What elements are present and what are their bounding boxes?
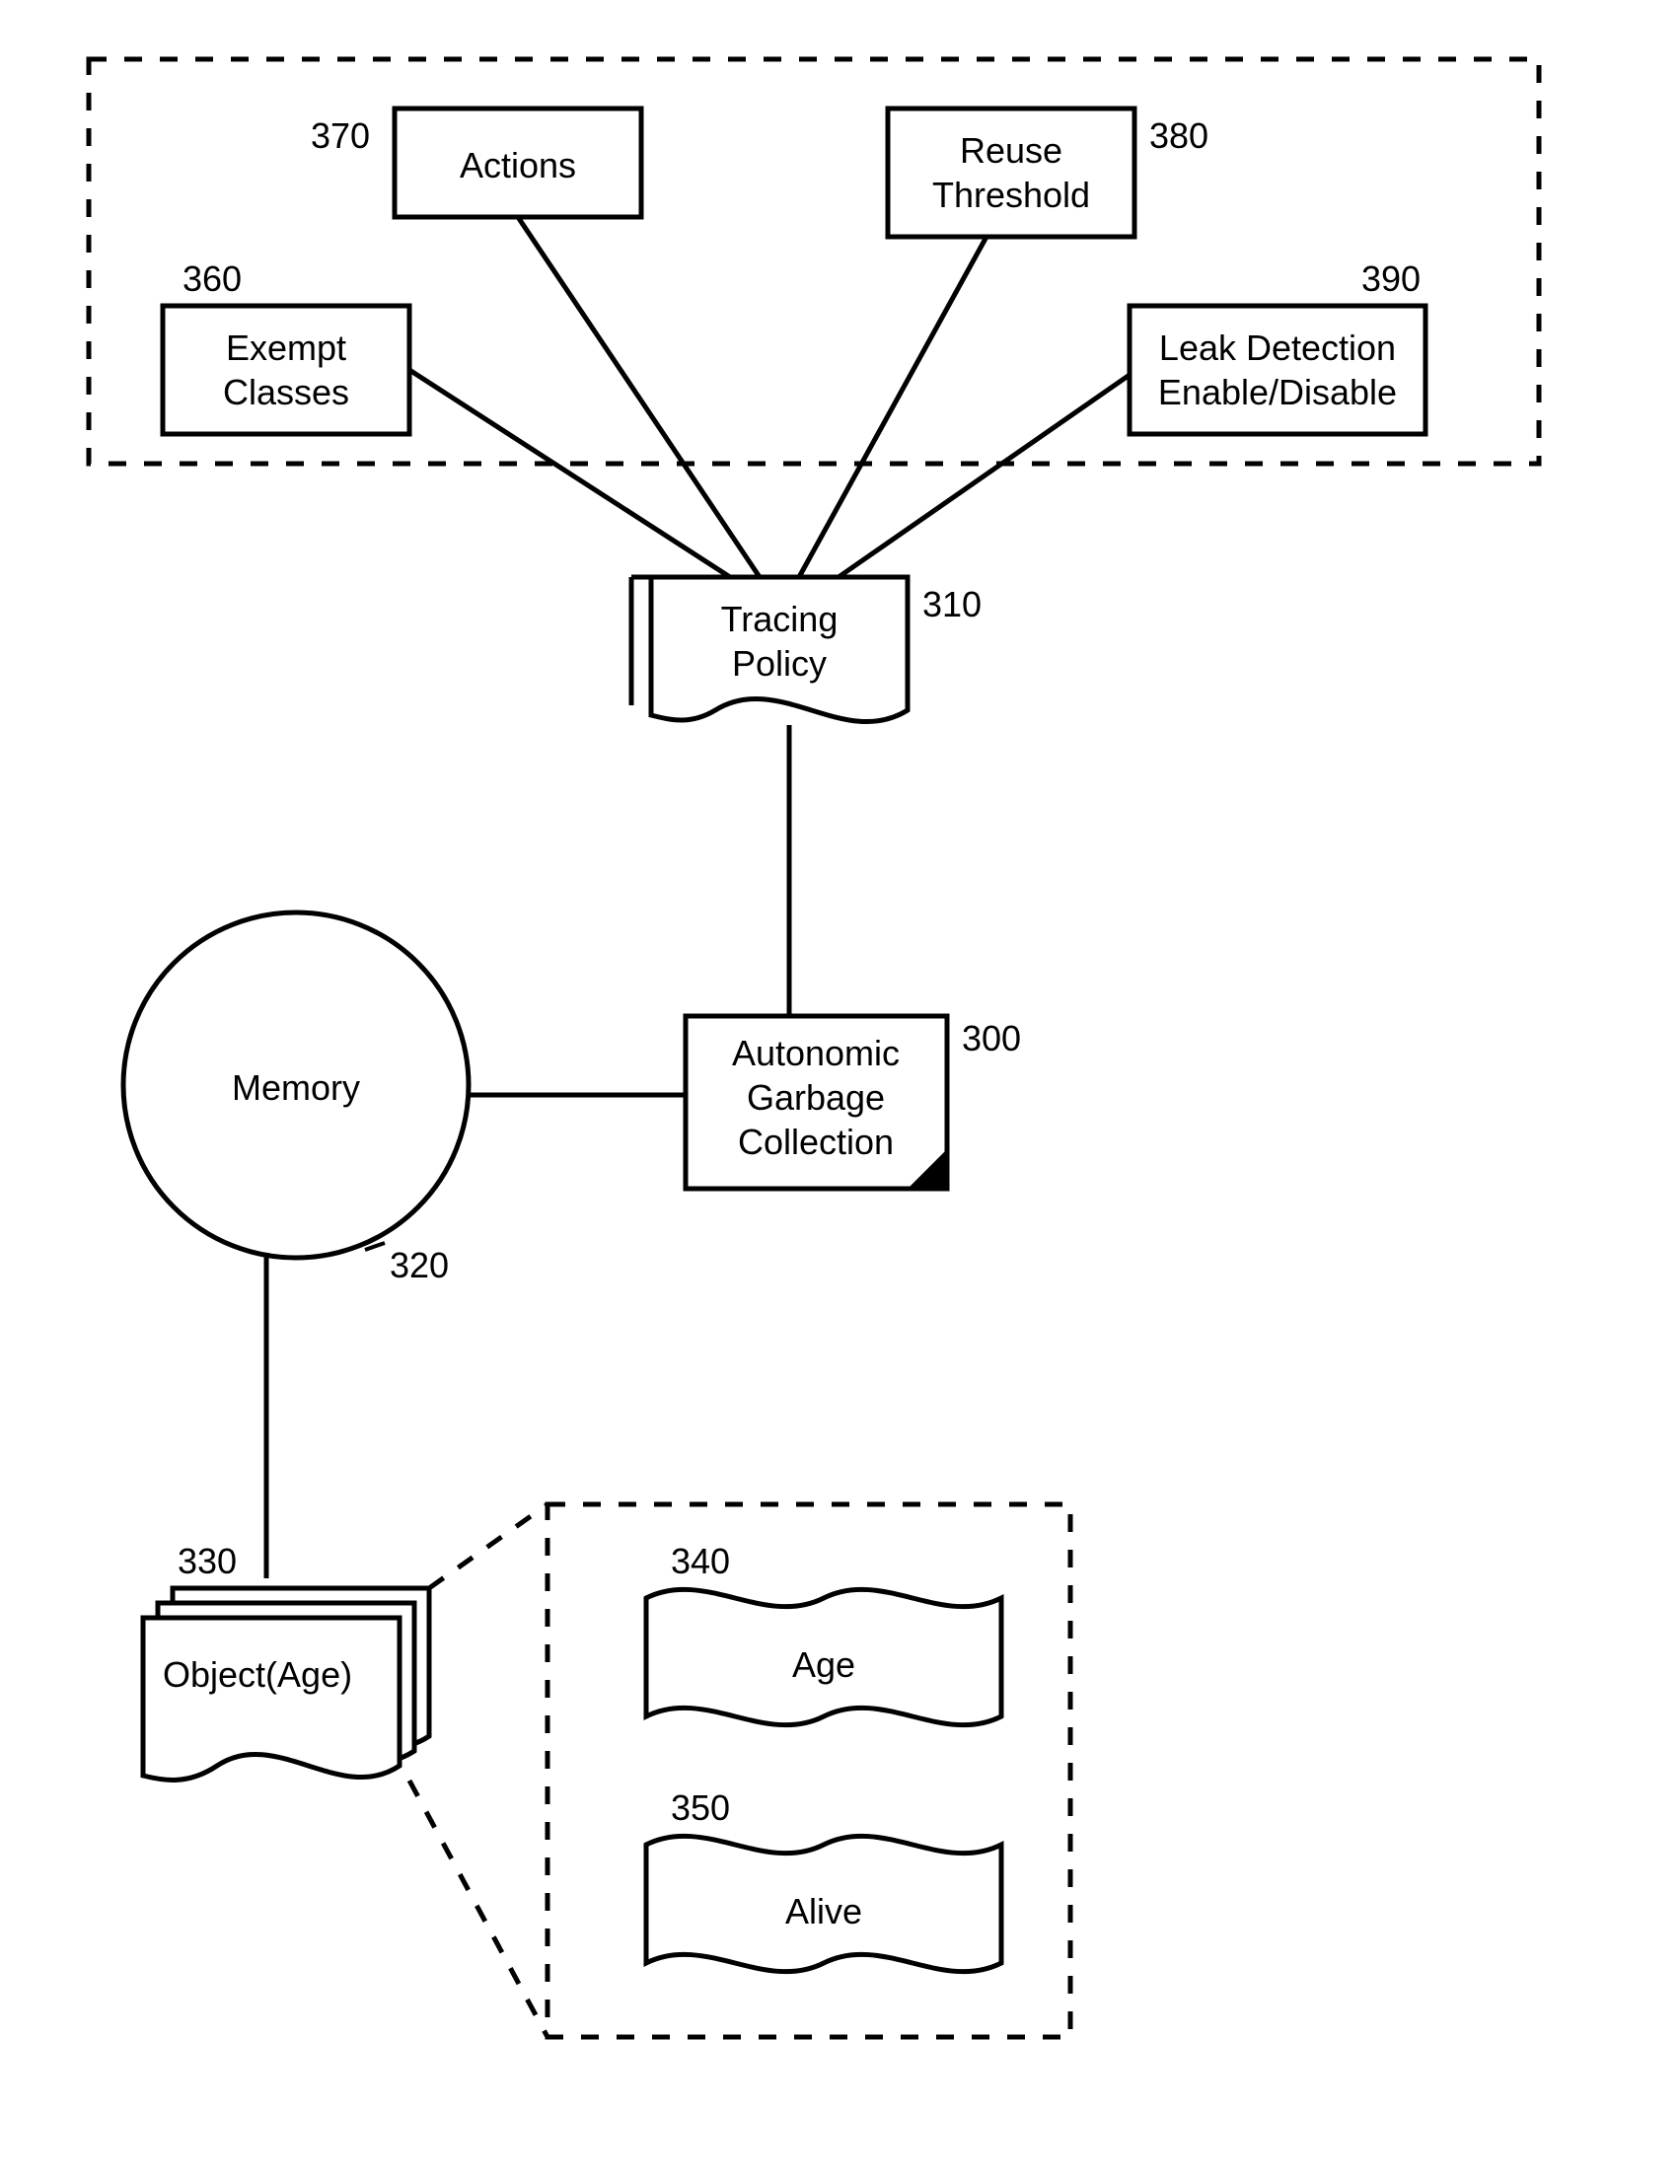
exempt-classes-box: Exempt Classes 360 [163,258,409,434]
tracing-policy-doc: Tracing Policy 310 [631,577,982,722]
reuse-label-1: Reuse [960,130,1062,171]
exempt-label-1: Exempt [226,328,346,368]
tracing-label-1: Tracing [721,599,839,639]
gc-ref: 300 [962,1018,1021,1058]
object-age-doc: Object(Age) 330 [143,1541,429,1780]
actions-ref: 370 [311,115,370,156]
gc-box: Autonomic Garbage Collection 300 [686,1016,1021,1189]
connector-reuse-tracing [799,237,986,577]
object-label: Object(Age) [163,1654,352,1695]
connector-exempt-tracing [409,370,730,577]
callout-line-top [429,1504,548,1588]
alive-label: Alive [785,1891,862,1931]
actions-label: Actions [460,145,576,185]
leak-ref: 390 [1361,258,1421,299]
leak-detection-box: Leak Detection Enable/Disable 390 [1130,258,1425,434]
reuse-threshold-box: Reuse Threshold 380 [888,109,1208,237]
connector-leak-tracing [839,375,1130,577]
tracing-label-2: Policy [732,643,827,684]
exempt-ref: 360 [183,258,242,299]
age-label: Age [792,1644,855,1685]
memory-node: Memory 320 [123,912,469,1285]
memory-label: Memory [232,1067,360,1108]
leak-label-1: Leak Detection [1159,328,1396,368]
gc-label-2: Garbage [747,1077,885,1118]
leak-label-2: Enable/Disable [1158,372,1397,412]
age-ref: 340 [671,1541,730,1581]
diagram: Actions 370 Reuse Threshold 380 Exempt C… [0,0,1680,2184]
tracing-ref: 310 [922,584,982,624]
age-doc: Age 340 [646,1541,1001,1725]
callout-line-bottom [409,1781,548,2037]
reuse-label-2: Threshold [932,175,1090,215]
reuse-ref: 380 [1149,115,1208,156]
memory-ref: 320 [390,1245,449,1285]
gc-label-1: Autonomic [732,1033,900,1073]
actions-box: Actions 370 [311,109,641,217]
alive-doc: Alive 350 [646,1787,1001,1972]
exempt-label-2: Classes [223,372,349,412]
alive-ref: 350 [671,1787,730,1828]
connector-actions-tracing [518,217,760,577]
object-ref: 330 [178,1541,237,1581]
gc-label-3: Collection [738,1122,894,1162]
